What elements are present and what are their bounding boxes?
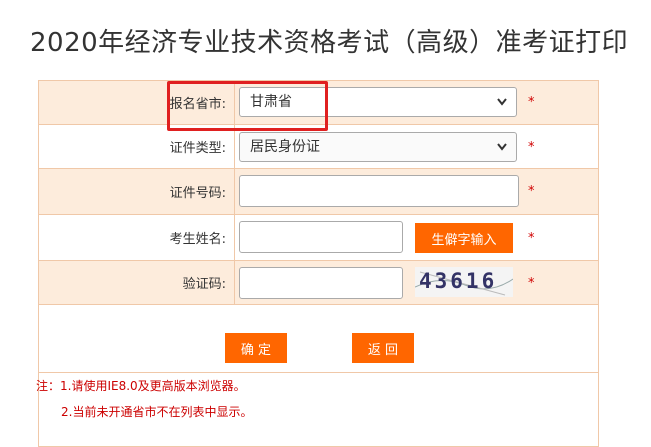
province-select[interactable]: 甘肃省 [239, 87, 517, 117]
captcha-label: 验证码: [38, 260, 235, 305]
province-select-value: 甘肃省 [250, 94, 292, 110]
id-number-input[interactable] [239, 175, 519, 207]
print-form: 报名省市: 甘肃省 * 证件类型: 居民身份证 * 证件号码: * 考生姓名: … [36, 80, 599, 447]
captcha-input[interactable] [239, 267, 403, 299]
required-mark: * [528, 95, 535, 110]
name-input[interactable] [239, 221, 403, 253]
id-type-select-value: 居民身份证 [250, 139, 320, 155]
captcha-image[interactable]: 43616 [415, 267, 513, 297]
back-button[interactable]: 返 回 [352, 333, 414, 363]
name-label: 考生姓名: [38, 214, 235, 261]
page-title: 2020年经济专业技术资格考试（高级）准考证打印 [30, 28, 629, 58]
note-line-1: 注：1.请使用IE8.0及更高版本浏览器。 [36, 379, 246, 393]
required-mark: * [528, 184, 535, 199]
required-mark: * [528, 276, 535, 291]
required-mark: * [528, 231, 535, 246]
chevron-down-icon [496, 133, 508, 171]
id-type-label: 证件类型: [38, 124, 235, 169]
id-number-label: 证件号码: [38, 168, 235, 215]
id-type-select[interactable]: 居民身份证 [239, 132, 517, 162]
confirm-button[interactable]: 确 定 [225, 333, 287, 363]
rare-char-input-button[interactable]: 生僻字输入 [415, 223, 513, 253]
note-line-2: 2.当前未开通省市不在列表中显示。 [61, 405, 253, 419]
required-mark: * [528, 140, 535, 155]
province-label: 报名省市: [38, 80, 235, 125]
captcha-text: 43616 [419, 269, 498, 293]
chevron-down-icon [496, 88, 508, 126]
